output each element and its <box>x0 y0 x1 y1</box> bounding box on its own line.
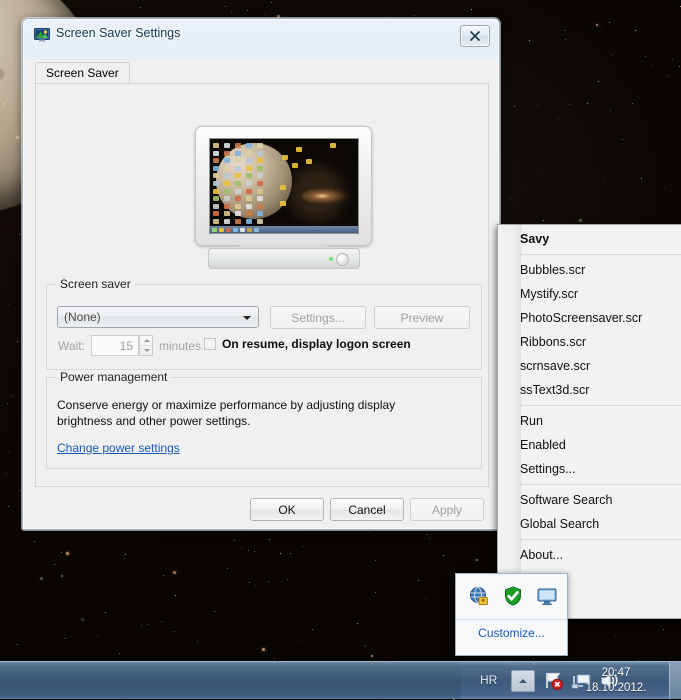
tab-page-screen-saver: Screen saver (None) Settings... Preview … <box>35 83 489 487</box>
monitor-bezel <box>195 126 372 246</box>
screen-saver-settings-button-label: Settings... <box>291 311 344 325</box>
screen-saver-select-value: (None) <box>64 310 101 324</box>
screen-saver-settings-dialog: Screen Saver Settings Screen Saver <box>22 18 500 530</box>
on-resume-logon-label: On resume, display logon screen <box>222 337 411 351</box>
monitor-screen <box>209 138 359 234</box>
tray-popup-divider <box>456 619 567 620</box>
language-indicator[interactable]: HR <box>480 673 497 687</box>
context-menu-item[interactable]: Ribbons.scr <box>498 330 681 354</box>
monitor-power-led <box>329 257 333 261</box>
screen-saver-preview-button[interactable]: Preview <box>374 306 470 329</box>
context-menu-separator <box>520 484 681 485</box>
clock-date: 18.10.2012. <box>573 681 659 696</box>
dialog-button-bar: OK Cancel Apply <box>24 493 498 529</box>
wait-minutes-input[interactable]: 15 <box>91 335 139 356</box>
network-globe-icon[interactable] <box>468 585 490 607</box>
wait-minutes-value: 15 <box>120 339 133 353</box>
ok-button-label: OK <box>278 503 295 517</box>
screen-saver-settings-button[interactable]: Settings... <box>270 306 366 329</box>
tab-strip: Screen Saver <box>35 62 489 80</box>
on-resume-logon-checkbox[interactable] <box>204 338 216 350</box>
show-hidden-icons-button[interactable] <box>511 670 535 692</box>
tray-overflow-icon-list <box>456 576 567 618</box>
wait-minutes-stepper[interactable] <box>139 335 153 356</box>
screen-saver-group: Screen saver (None) Settings... Preview … <box>46 284 482 370</box>
display-monitor-icon[interactable] <box>536 585 558 607</box>
chevron-down-icon <box>243 316 251 320</box>
apply-button-label: Apply <box>432 503 462 517</box>
tab-label: Screen Saver <box>46 66 119 80</box>
context-menu-item[interactable]: Mystify.scr <box>498 282 681 306</box>
context-menu-item[interactable]: Run <box>498 409 681 433</box>
wait-label: Wait: <box>58 339 85 353</box>
tray-customize-link[interactable]: Customize... <box>456 626 567 640</box>
taskbar: HR <box>0 661 681 699</box>
stepper-down-button[interactable] <box>140 346 152 355</box>
dialog-frame: Screen Saver Settings Screen Saver <box>23 19 499 529</box>
context-menu-separator <box>520 539 681 540</box>
context-menu-item[interactable]: Settings... <box>498 457 681 481</box>
preview-star-glow <box>302 187 350 205</box>
cancel-button[interactable]: Cancel <box>330 498 404 521</box>
context-menu-item[interactable]: Software Search <box>498 488 681 512</box>
context-menu-items: Savy Bubbles.scrMystify.scrPhotoScreensav… <box>498 227 681 615</box>
context-menu-item[interactable]: Global Search <box>498 512 681 536</box>
screen-saver-select[interactable]: (None) <box>57 306 259 328</box>
action-center-flag-error-icon[interactable] <box>543 670 564 691</box>
context-menu-item[interactable]: Enabled <box>498 433 681 457</box>
screen-saver-preview-button-label: Preview <box>401 311 444 325</box>
context-menu-item[interactable]: About... <box>498 543 681 567</box>
context-menu-item[interactable]: Bubbles.scr <box>498 258 681 282</box>
power-management-group-label: Power management <box>56 370 171 384</box>
ok-button[interactable]: OK <box>250 498 324 521</box>
close-button[interactable] <box>460 25 490 47</box>
context-menu-header: Savy <box>498 227 681 251</box>
savy-context-menu: Savy Bubbles.scrMystify.scrPhotoScreensav… <box>497 224 681 619</box>
context-menu-item[interactable]: PhotoScreensaver.scr <box>498 306 681 330</box>
monitor-base <box>208 248 360 269</box>
window-title: Screen Saver Settings <box>56 26 180 40</box>
preview-taskbar <box>210 226 358 233</box>
context-menu-item[interactable]: ssText3d.scr <box>498 378 681 402</box>
notification-area: HR <box>461 662 681 699</box>
security-shield-ok-icon[interactable] <box>502 585 524 607</box>
screen-saver-preview-monitor <box>195 126 370 269</box>
minutes-label: minutes <box>159 339 201 353</box>
taskbar-task-area <box>0 662 461 699</box>
clock[interactable]: 20:47 18.10.2012. <box>573 666 659 696</box>
change-power-settings-link[interactable]: Change power settings <box>57 441 180 455</box>
tray-overflow-popup: Customize... <box>455 573 568 656</box>
apply-button[interactable]: Apply <box>410 498 484 521</box>
clock-time: 20:47 <box>573 666 659 681</box>
screen-saver-group-label: Screen saver <box>56 277 135 291</box>
context-menu-item[interactable]: scrnsave.scr <box>498 354 681 378</box>
display-personalization-icon <box>34 27 50 43</box>
monitor-power-button <box>336 253 349 266</box>
tab-screen-saver[interactable]: Screen Saver <box>35 62 130 84</box>
power-management-description: Conserve energy or maximize performance … <box>57 397 412 429</box>
title-bar: Screen Saver Settings <box>24 20 498 50</box>
cancel-button-label: Cancel <box>348 503 385 517</box>
context-menu-separator <box>520 254 681 255</box>
power-management-group: Power management Conserve energy or maxi… <box>46 377 482 469</box>
context-menu-separator <box>520 405 681 406</box>
show-desktop-button[interactable] <box>669 662 681 699</box>
chevron-up-icon <box>519 679 527 683</box>
stepper-up-button[interactable] <box>140 336 152 346</box>
